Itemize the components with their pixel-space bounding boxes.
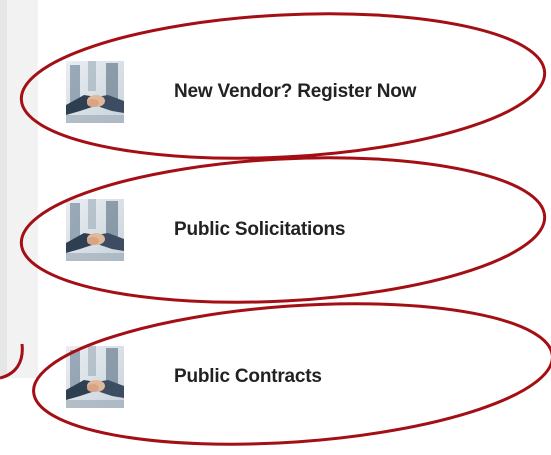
handshake-icon xyxy=(66,346,124,408)
menu-item-label: New Vendor? Register Now xyxy=(174,81,417,102)
menu-item-label: Public Contracts xyxy=(174,366,322,387)
public-solicitations-link[interactable]: Public Solicitations xyxy=(66,198,345,262)
sidebar-edge xyxy=(0,0,7,378)
public-contracts-link[interactable]: Public Contracts xyxy=(66,345,322,409)
new-vendor-register-link[interactable]: New Vendor? Register Now xyxy=(66,60,416,124)
handshake-icon xyxy=(66,61,124,123)
left-sidebar-strip xyxy=(0,0,38,378)
menu-item-label: Public Solicitations xyxy=(174,219,346,240)
handshake-icon xyxy=(66,199,124,261)
page: New Vendor? Register Now Public Solicita… xyxy=(0,0,551,455)
